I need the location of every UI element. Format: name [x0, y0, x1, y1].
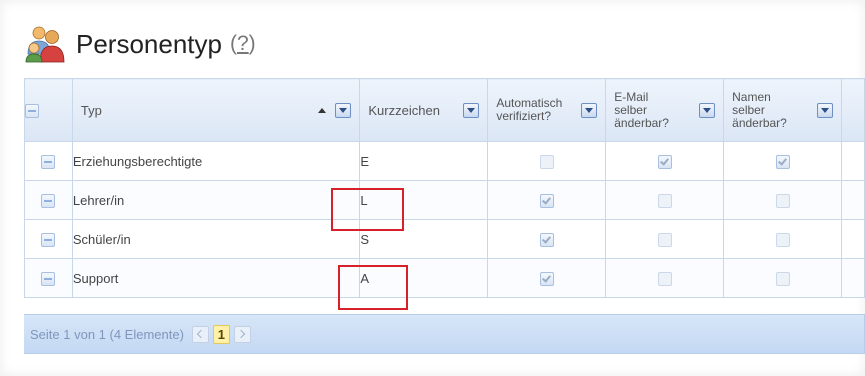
- row-select-checkbox[interactable]: [41, 154, 56, 169]
- row-select-checkbox[interactable]: [41, 193, 56, 208]
- cell-kurzzeichen: E: [359, 141, 489, 181]
- table-row[interactable]: Lehrer/in L: [24, 180, 865, 220]
- table-row[interactable]: Schüler/in S: [24, 219, 865, 259]
- cell-typ: Erziehungsberechtigte: [71, 141, 361, 181]
- auto-verified-checkbox: [539, 271, 554, 286]
- email-editable-checkbox: [657, 232, 672, 247]
- column-header-namen-aenderbar[interactable]: Namen selber änderbar?: [723, 78, 843, 142]
- personentyp-table: Typ Kurzzeichen Automatisch verifiziert?…: [24, 78, 865, 298]
- email-editable-checkbox: [657, 193, 672, 208]
- column-header-email-aenderbar[interactable]: E-Mail selber änderbar?: [605, 78, 725, 142]
- name-editable-checkbox: [775, 193, 790, 208]
- select-all-checkbox[interactable]: [25, 103, 39, 118]
- pager-bar: Seite 1 von 1 (4 Elemente) 1: [24, 314, 865, 354]
- row-select-checkbox[interactable]: [41, 271, 56, 286]
- row-select-checkbox[interactable]: [41, 232, 56, 247]
- highlight-box-support: [338, 265, 408, 310]
- email-editable-checkbox: [657, 271, 672, 286]
- pager-summary: Seite 1 von 1 (4 Elemente): [30, 326, 184, 342]
- cell-typ: Lehrer/in: [71, 180, 361, 220]
- column-header-kurzzeichen[interactable]: Kurzzeichen: [359, 78, 489, 142]
- prev-page-button[interactable]: [191, 325, 209, 343]
- title-row: Personentyp (?): [24, 22, 256, 66]
- select-all-header: [24, 78, 73, 142]
- name-editable-checkbox: [775, 271, 790, 286]
- name-editable-checkbox: [775, 154, 790, 169]
- name-editable-checkbox: [775, 232, 790, 247]
- email-editable-checkbox: [657, 154, 672, 169]
- highlight-box-lehrer: [331, 188, 404, 231]
- auto-verified-checkbox: [539, 154, 554, 169]
- current-page-button[interactable]: 1: [212, 324, 230, 344]
- content-panel: Personentyp (?) Typ Kurzzeichen Automati…: [0, 0, 865, 376]
- column-header-typ[interactable]: Typ: [71, 78, 361, 142]
- auto-verified-checkbox: [539, 232, 554, 247]
- header-row: Typ Kurzzeichen Automatisch verifiziert?…: [24, 78, 865, 142]
- column-menu-email-button[interactable]: [699, 102, 716, 118]
- table-row[interactable]: Support A: [24, 258, 865, 298]
- cell-typ: Schüler/in: [71, 219, 361, 259]
- page-title: Personentyp: [76, 28, 222, 59]
- cell-typ: Support: [71, 258, 361, 298]
- column-menu-typ-button[interactable]: [335, 103, 352, 119]
- people-group-icon: [24, 24, 68, 64]
- column-header-extra: [841, 78, 865, 142]
- help-link[interactable]: (?): [230, 32, 256, 56]
- table-row[interactable]: Erziehungsberechtigte E: [24, 141, 865, 181]
- auto-verified-checkbox: [539, 193, 554, 208]
- column-header-automatisch-verifiziert[interactable]: Automatisch verifiziert?: [487, 78, 607, 142]
- next-page-button[interactable]: [233, 325, 251, 343]
- column-menu-kurzzeichen-button[interactable]: [463, 102, 480, 118]
- column-menu-auto-button[interactable]: [581, 102, 598, 118]
- column-menu-namen-button[interactable]: [817, 102, 834, 118]
- sort-ascending-icon: [317, 108, 326, 114]
